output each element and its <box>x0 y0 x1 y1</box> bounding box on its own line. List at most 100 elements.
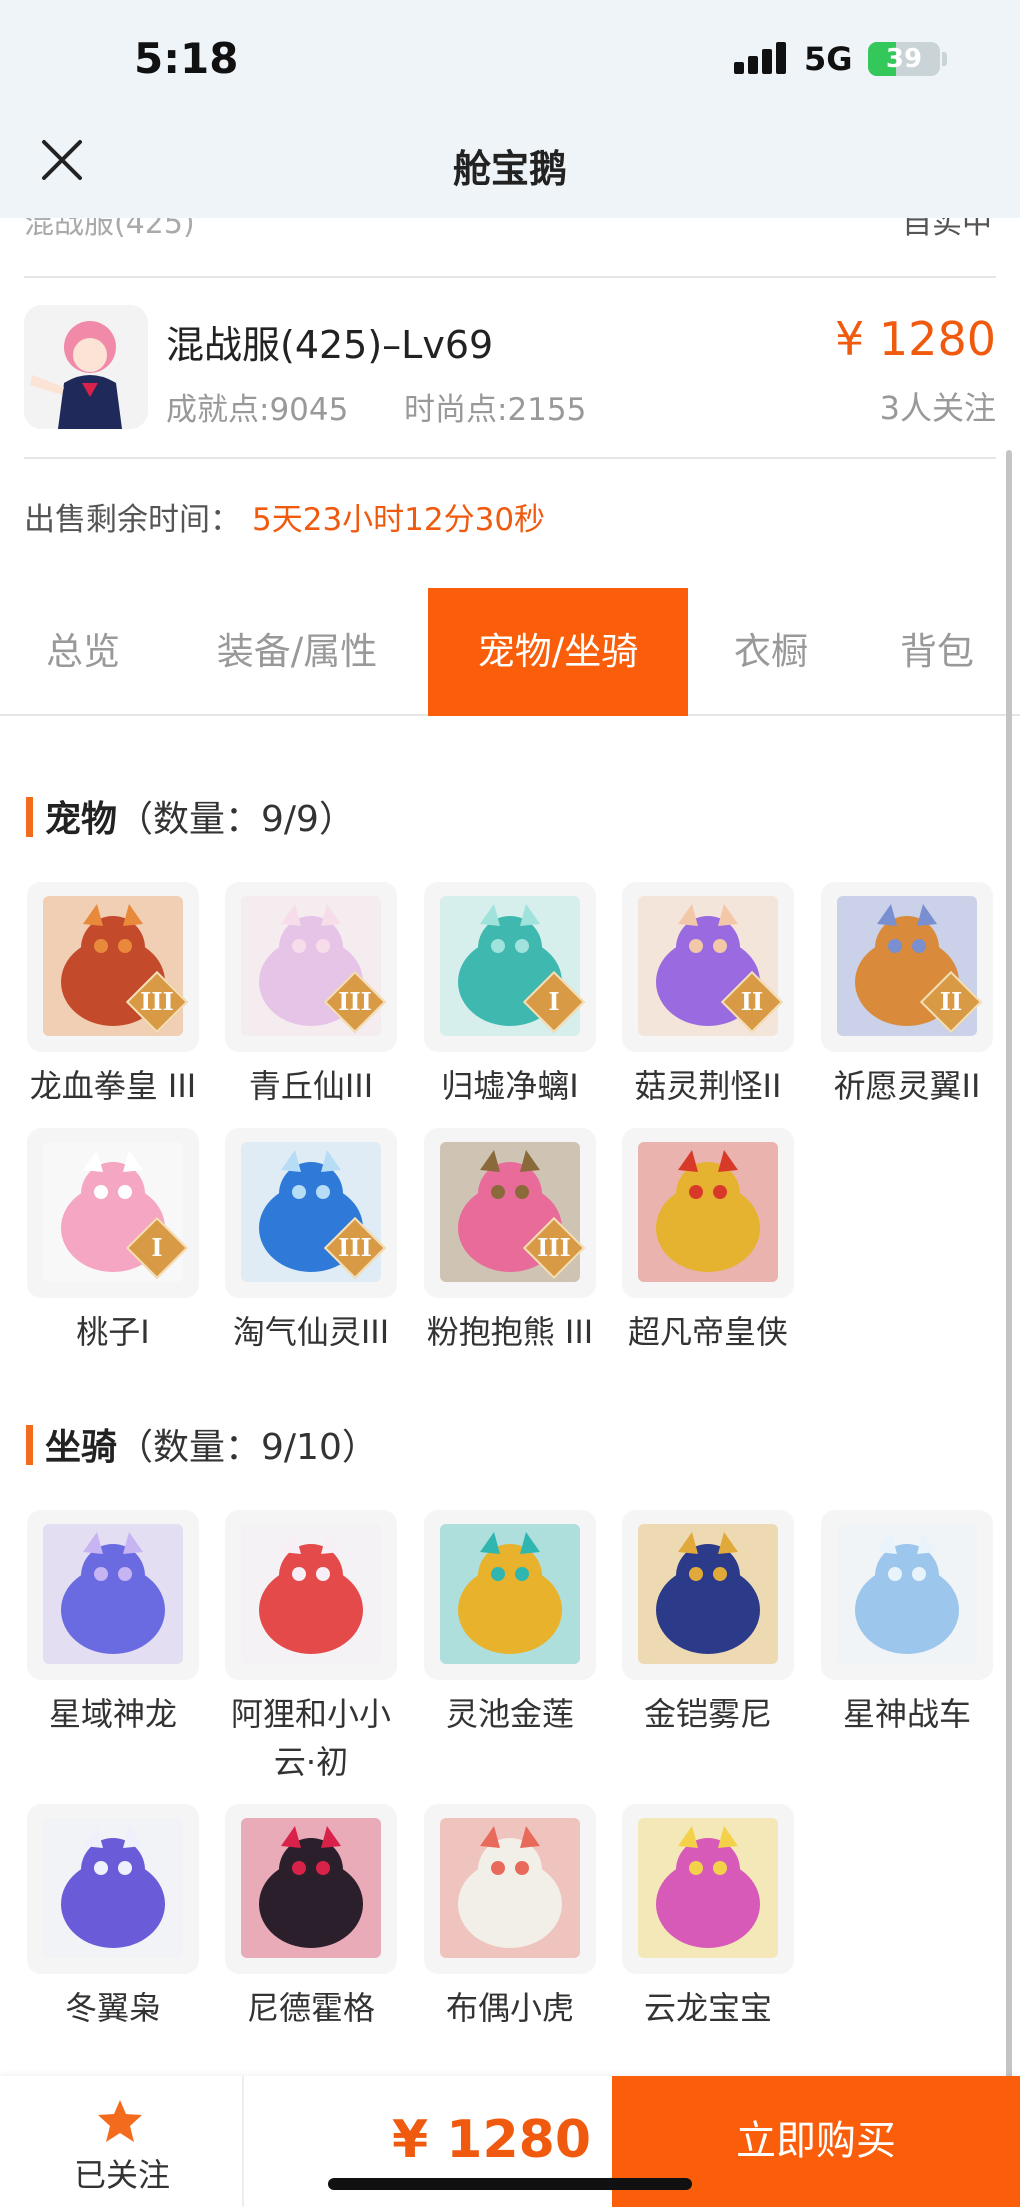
dark-dragon-mount <box>225 1804 397 1974</box>
item-name: 阿狸和小小云·初 <box>230 1695 391 1781</box>
achievement-points: 成就点:9045 <box>166 392 349 428</box>
account-name: 混战服(425)–Lv69 <box>166 323 494 367</box>
pink-cat-pet: I <box>27 1128 199 1298</box>
section-marker <box>26 1425 33 1465</box>
page-title: 舱宝鹅 <box>452 147 567 191</box>
list-item[interactable]: II 祈愿灵翼II <box>821 882 993 1110</box>
item-name: 冬翼枭 <box>64 1989 161 2027</box>
cloud-dragon-mount <box>622 1804 794 1974</box>
list-item[interactable]: 冬翼枭 <box>27 1804 199 2032</box>
mounts-count: （数量：9/10） <box>117 1427 378 1468</box>
list-item[interactable]: I 桃子I <box>27 1128 199 1356</box>
top-bar: 5:18 5G 39 舱宝鹅 <box>0 0 1020 218</box>
scrollbar[interactable] <box>1006 450 1012 2090</box>
red-beast-pet: III <box>27 882 199 1052</box>
tier-badge-label: II <box>740 987 764 1016</box>
fox-fairy-pet: III <box>225 882 397 1052</box>
item-name: 尼德霍格 <box>246 1989 375 2027</box>
item-name: 超凡帝皇侠 <box>627 1313 788 1351</box>
doll-tiger-mount <box>424 1804 596 1974</box>
ice-horse-mount <box>821 1510 993 1680</box>
home-indicator <box>328 2178 692 2190</box>
pets-title: 宠物 <box>45 799 118 840</box>
mushroom-sprite-pet: II <box>622 882 794 1052</box>
tab-backpack[interactable]: 背包 <box>854 588 1020 716</box>
item-name: 祈愿灵翼II <box>833 1067 981 1105</box>
item-name: 粉抱抱熊 III <box>426 1313 594 1351</box>
pink-bear-pet: III <box>424 1128 596 1298</box>
battery-level: 39 <box>885 44 923 74</box>
list-item[interactable]: 布偶小虎 <box>424 1804 596 2032</box>
divider <box>24 276 996 278</box>
mounts-title: 坐骑 <box>45 1427 118 1468</box>
follower-count: 3人关注 <box>879 389 996 427</box>
star-icon <box>98 2100 142 2142</box>
armored-beast-mount <box>622 1510 794 1680</box>
tier-badge-label: III <box>338 987 372 1016</box>
tab-wardrobe[interactable]: 衣橱 <box>688 588 854 716</box>
follow-button[interactable]: 已关注 <box>0 2076 244 2207</box>
cyan-dragon-pet: I <box>424 882 596 1052</box>
blue-puppy-pet: III <box>225 1128 397 1298</box>
list-item[interactable]: III 龙血拳皇 III <box>27 882 199 1110</box>
ahri-cloud-mount <box>225 1510 397 1680</box>
item-name: 桃子I <box>76 1313 150 1351</box>
list-item[interactable]: III 青丘仙III <box>225 882 397 1110</box>
galaxy-dragon-mount <box>27 1510 199 1680</box>
section-marker <box>26 797 33 837</box>
follow-label: 已关注 <box>73 2156 170 2194</box>
item-name: 龙血拳皇 III <box>29 1067 197 1105</box>
divider <box>24 457 996 459</box>
list-item[interactable]: 星域神龙 <box>27 1510 199 1738</box>
avatar <box>24 305 148 429</box>
item-name: 云龙宝宝 <box>643 1989 772 2027</box>
list-item[interactable]: 阿狸和小小云·初 <box>225 1510 397 1786</box>
item-name: 灵池金莲 <box>445 1695 574 1733</box>
signal-icon <box>734 40 788 74</box>
tier-badge-label: III <box>338 1233 372 1262</box>
tier-badge-label: I <box>548 987 560 1016</box>
winter-owl-mount <box>27 1804 199 1974</box>
status-time: 5:18 <box>134 34 239 83</box>
item-name: 金铠雾尼 <box>643 1695 772 1733</box>
tab-bar: 总览 装备/属性 宠物/坐骑 衣橱 背包 <box>0 588 1020 716</box>
remaining-time-label: 出售剩余时间： <box>24 502 241 538</box>
tab-pets-mounts[interactable]: 宠物/坐骑 <box>428 588 688 716</box>
item-name: 星域神龙 <box>48 1695 177 1733</box>
pets-count: （数量：9/9） <box>117 799 355 840</box>
list-item[interactable]: III 淘气仙灵III <box>225 1128 397 1356</box>
list-item[interactable]: 尼德霍格 <box>225 1804 397 2032</box>
mounts-section-title: 坐骑（数量：9/10） <box>26 1418 378 1470</box>
list-item[interactable]: 金铠雾尼 <box>622 1510 794 1738</box>
pets-section-title: 宠物（数量：9/9） <box>26 790 355 842</box>
golden-lotus-mount <box>424 1510 596 1680</box>
tab-overview[interactable]: 总览 <box>0 588 166 716</box>
price: ¥ 1280 <box>835 312 996 366</box>
tier-badge-label: III <box>537 1233 571 1262</box>
list-item[interactable]: III 粉抱抱熊 III <box>424 1128 596 1356</box>
list-item[interactable]: 灵池金莲 <box>424 1510 596 1738</box>
list-item[interactable]: II 菇灵荆怪II <box>622 882 794 1110</box>
list-item[interactable]: I 归墟净螭I <box>424 882 596 1110</box>
item-name: 星神战车 <box>842 1695 971 1733</box>
battery-icon: 39 <box>868 42 940 76</box>
list-item[interactable]: 云龙宝宝 <box>622 1804 794 2032</box>
item-name: 布偶小虎 <box>445 1989 574 2027</box>
battery-tip <box>942 52 947 66</box>
list-item[interactable]: 超凡帝皇侠 <box>622 1128 794 1356</box>
eagle-wing-pet: II <box>821 882 993 1052</box>
item-name: 淘气仙灵III <box>232 1313 390 1351</box>
item-name: 菇灵荆怪II <box>634 1067 782 1105</box>
list-item[interactable]: 星神战车 <box>821 1510 993 1738</box>
item-name: 青丘仙III <box>248 1067 374 1105</box>
golden-armor-pet <box>622 1128 794 1298</box>
tier-badge-label: III <box>140 987 174 1016</box>
item-name: 归墟净螭I <box>441 1067 579 1105</box>
tab-equipment[interactable]: 装备/属性 <box>166 588 428 716</box>
tier-badge-label: II <box>939 987 963 1016</box>
tier-badge-label: I <box>151 1233 163 1262</box>
fashion-points: 时尚点:2155 <box>404 392 587 428</box>
remaining-time-value: 5天23小时12分30秒 <box>252 502 546 538</box>
bottom-price: ¥ 1280 <box>392 2110 592 2170</box>
network-label: 5G <box>804 40 853 78</box>
